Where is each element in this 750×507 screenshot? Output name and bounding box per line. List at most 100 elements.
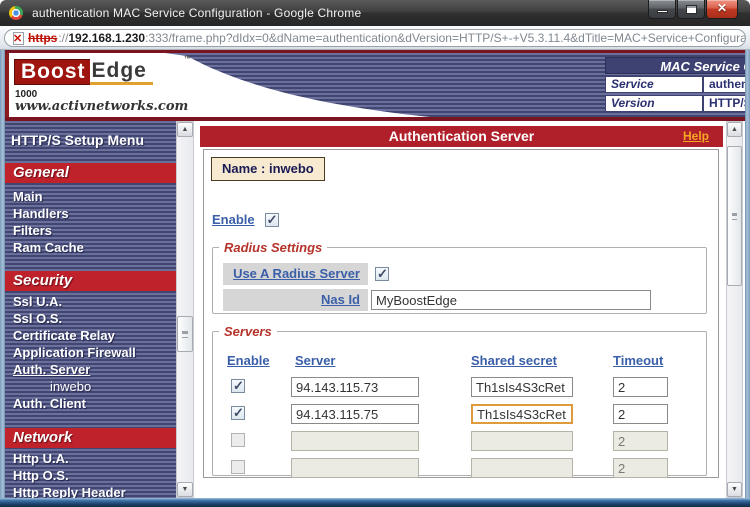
url-path: :333/frame.php?dIdx=0&dName=authenticati… [145, 31, 746, 45]
column-header-enable[interactable]: Enable [227, 353, 270, 368]
sidebar-item-http-os[interactable]: Http O.S. [13, 467, 69, 484]
content-scrollbar[interactable]: ▲ ▼ [726, 121, 743, 498]
sidebar-item-ram-cache[interactable]: Ram Cache [13, 239, 84, 256]
server-address-input[interactable] [291, 404, 419, 424]
window-edge-right [745, 50, 750, 498]
server-address-input[interactable] [291, 431, 419, 451]
servers-group: Servers Enable Server Shared secret Time… [212, 324, 707, 476]
maximize-icon [686, 5, 697, 14]
window-edge-left [0, 50, 5, 498]
close-button[interactable]: ✕ [706, 0, 738, 19]
logo-edge: Edge [90, 59, 153, 85]
band-red-strip [5, 53, 9, 117]
version-row: Version HTTP/S - V5.3.11.4 [605, 95, 745, 112]
help-link[interactable]: Help [683, 126, 709, 147]
sidebar-title: HTTP/S Setup Menu [11, 132, 144, 148]
nas-id-link[interactable]: Nas Id [321, 292, 360, 307]
close-icon: ✕ [707, 1, 737, 15]
service-info-title: MAC Service Configuration [605, 57, 745, 74]
sidebar-item-inwebo[interactable]: inwebo [50, 378, 91, 395]
scroll-down-icon[interactable]: ▼ [177, 482, 193, 497]
sidebar-item-ssl-os[interactable]: Ssl O.S. [13, 310, 62, 327]
sidebar-item-http-ua[interactable]: Http U.A. [13, 450, 69, 467]
chrome-icon [9, 6, 23, 20]
broken-ssl-icon[interactable] [13, 32, 24, 45]
version-value: HTTP/S - V5.3.11.4 [704, 96, 745, 111]
shared-secret-input[interactable] [471, 431, 573, 451]
browser-toolbar: https :// 192.168.1.230 :333/frame.php?d… [0, 26, 750, 50]
server-address-input[interactable] [291, 377, 419, 397]
radius-settings-group: Radius Settings Use A Radius Server Nas … [212, 240, 707, 314]
trademark-symbol: ™ [184, 56, 191, 63]
radius-settings-legend: Radius Settings [219, 240, 327, 255]
url-separator: :// [58, 31, 68, 45]
service-label: Service [606, 77, 704, 92]
server-address-input[interactable] [291, 458, 419, 478]
enable-checkbox[interactable] [265, 213, 279, 227]
server-row-enable-checkbox[interactable] [231, 406, 245, 420]
timeout-input[interactable] [613, 404, 668, 424]
service-info-table: MAC Service Configuration Service authen… [605, 57, 745, 112]
shared-secret-input[interactable] [471, 377, 573, 397]
sidebar-item-main[interactable]: Main [13, 188, 43, 205]
section-network: Network [5, 428, 176, 448]
use-radius-checkbox[interactable] [375, 267, 389, 281]
enable-link[interactable]: Enable [212, 212, 255, 227]
page-title-banner: Authentication Server Help [200, 126, 723, 147]
title-bar[interactable]: authentication MAC Service Configuration… [0, 0, 750, 26]
section-security: Security [5, 271, 176, 291]
shared-secret-input[interactable] [471, 404, 573, 424]
servers-legend: Servers [219, 324, 277, 339]
sidebar-item-ssl-ua[interactable]: Ssl U.A. [13, 293, 62, 310]
sidebar-scrollbar[interactable]: ▲ ▼ [176, 121, 194, 498]
service-value: authentication [704, 77, 745, 92]
timeout-input[interactable] [613, 377, 668, 397]
minimize-icon [657, 10, 668, 13]
address-bar[interactable]: https :// 192.168.1.230 :333/frame.php?d… [4, 29, 746, 47]
window-title: authentication MAC Service Configuration… [32, 6, 361, 20]
shared-secret-input[interactable] [471, 458, 573, 478]
server-row-enable-checkbox[interactable] [231, 460, 245, 474]
boostedge-logo: Boost Edge [14, 59, 166, 85]
band-stripes: MAC Service Configuration Service authen… [165, 53, 745, 117]
timeout-input[interactable] [613, 431, 668, 451]
server-row-enable-checkbox[interactable] [231, 379, 245, 393]
scroll-up-icon[interactable]: ▲ [177, 122, 193, 137]
sidebar-item-auth-server[interactable]: Auth. Server [13, 361, 90, 378]
version-label: Version [606, 96, 704, 111]
scroll-up-icon[interactable]: ▲ [727, 122, 742, 137]
sidebar-item-http-reply-header[interactable]: Http Reply Header [13, 484, 126, 498]
timeout-input[interactable] [613, 458, 668, 478]
use-radius-link[interactable]: Use A Radius Server [233, 266, 360, 281]
url-scheme: https [28, 31, 57, 45]
sidebar-item-auth-client[interactable]: Auth. Client [13, 395, 86, 412]
sidebar-item-certificate-relay[interactable]: Certificate Relay [13, 327, 115, 344]
page-title: Authentication Server [200, 126, 723, 147]
vendor-website: www.activnetworks.com [15, 99, 188, 114]
main-content-frame: Authentication Server Help Name : inwebo… [200, 121, 726, 498]
sidebar-menu: HTTP/S Setup Menu General Main Handlers … [5, 121, 176, 498]
column-header-server[interactable]: Server [295, 353, 335, 368]
nas-id-label-cell: Nas Id [223, 289, 368, 311]
logo-boost: Boost [14, 59, 90, 85]
sidebar-item-application-firewall[interactable]: Application Firewall [13, 344, 136, 361]
service-row: Service authentication [605, 76, 745, 93]
sidebar-item-filters[interactable]: Filters [13, 222, 52, 239]
window-edge-bottom [0, 498, 750, 507]
nas-id-input[interactable] [371, 290, 651, 310]
browser-window: authentication MAC Service Configuration… [0, 0, 750, 507]
column-header-shared-secret[interactable]: Shared secret [471, 353, 557, 368]
column-header-timeout[interactable]: Timeout [613, 353, 663, 368]
section-general: General [5, 163, 176, 183]
scroll-down-icon[interactable]: ▼ [727, 482, 742, 497]
sidebar-item-handlers[interactable]: Handlers [13, 205, 69, 222]
content-box: Name : inwebo Enable Radius Settings Use… [203, 149, 719, 478]
server-row-enable-checkbox[interactable] [231, 433, 245, 447]
content-scrollbar-thumb[interactable] [727, 146, 742, 286]
maximize-button[interactable] [677, 0, 705, 19]
page-header-band: MAC Service Configuration Service authen… [5, 50, 745, 117]
url-host: 192.168.1.230 [68, 31, 145, 45]
minimize-button[interactable] [648, 0, 676, 19]
service-name-box: Name : inwebo [211, 157, 325, 181]
sidebar-scrollbar-thumb[interactable] [177, 316, 193, 352]
